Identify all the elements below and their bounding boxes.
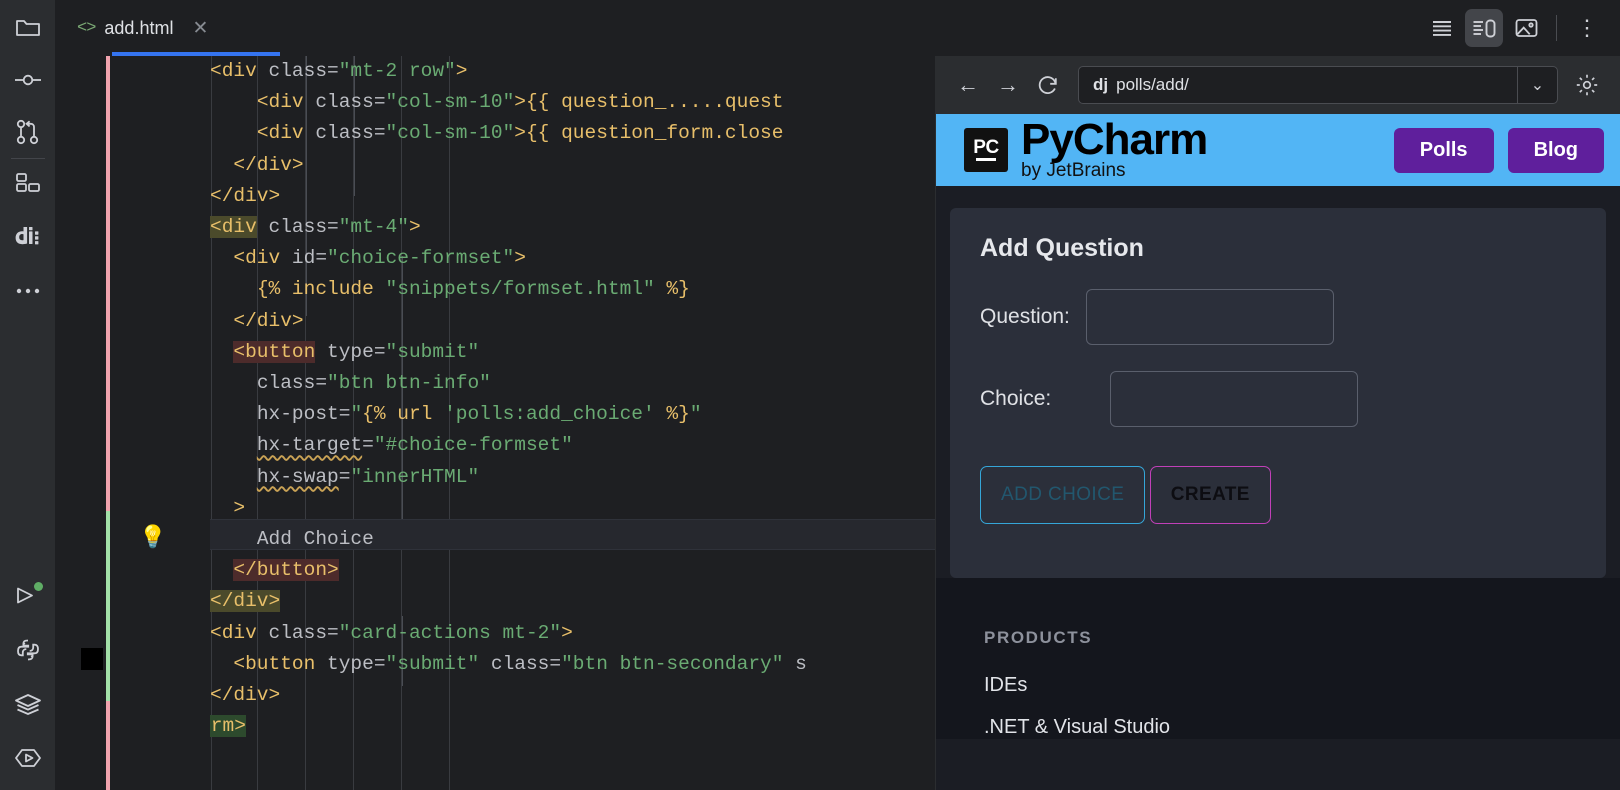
toolbar-divider [1556,15,1557,41]
python-console-icon[interactable] [8,630,48,670]
html-file-icon: <> [77,19,95,38]
django-icon[interactable] [8,217,48,257]
editor-tab-bar: <> add.html ✕ [55,0,1620,56]
project-files-icon[interactable] [8,8,48,48]
choice-input[interactable] [1110,371,1358,427]
browser-navbar: ← → dj polls/add/ ⌄ [936,56,1620,114]
vcs-change-strip [106,56,110,790]
site-footer: PRODUCTS IDEs .NET & Visual Studio [936,578,1620,739]
question-row: Question: [980,289,1576,345]
add-choice-button[interactable]: ADD CHOICE [980,466,1145,524]
question-input[interactable] [1086,289,1334,345]
ide-window: <> add.html ✕ [0,0,1620,790]
footer-link-dotnet[interactable]: .NET & Visual Studio [984,716,1620,739]
url-dropdown-icon[interactable]: ⌄ [1517,67,1557,103]
pycharm-logo-icon: PC [964,128,1008,172]
more-tools-icon[interactable] [8,271,48,311]
rendered-page: PC PyCharm by JetBrains Polls Blog Add Q… [936,114,1620,790]
source-code[interactable]: <div class="mt-2 row"> <div class="col-s… [210,56,807,774]
create-button[interactable]: CREATE [1150,466,1271,524]
choice-label: Choice: [980,387,1086,411]
url-input[interactable]: polls/add/ [1116,75,1517,95]
more-options-icon[interactable]: ⋮ [1568,9,1606,47]
run-icon[interactable] [8,576,48,616]
gear-icon[interactable] [1568,66,1606,104]
split-view-icon[interactable] [1465,9,1503,47]
back-icon[interactable]: ← [948,65,988,105]
list-view-icon[interactable] [1423,9,1461,47]
question-label: Question: [980,305,1086,329]
page-title: Add Question [980,234,1576,263]
django-badge: dj [1079,75,1116,95]
image-preview-icon[interactable] [1507,9,1545,47]
add-question-card: Add Question Question: Choice: ADD CHOIC… [950,208,1606,578]
brand-title: PyCharm [1021,119,1207,161]
database-icon[interactable] [8,684,48,724]
forward-icon[interactable]: → [988,65,1028,105]
site-nav: Polls Blog [1394,128,1604,173]
choice-row: Choice: [980,371,1576,427]
nav-blog-button[interactable]: Blog [1508,128,1604,173]
logo-text: PC [973,139,998,156]
footer-heading: PRODUCTS [984,628,1620,648]
url-bar[interactable]: dj polls/add/ ⌄ [1078,66,1558,104]
browser-preview-panel: ← → dj polls/add/ ⌄ [935,56,1620,790]
left-tool-strip [0,0,55,790]
tab-add-html[interactable]: <> add.html ✕ [55,0,224,56]
site-brand: PyCharm by JetBrains [1021,119,1207,182]
footer-link-ides[interactable]: IDEs [984,674,1620,697]
toolstrip-divider [11,158,45,159]
intention-bulb-icon[interactable]: 💡 [139,526,166,548]
close-icon[interactable]: ✕ [192,19,208,38]
structure-icon[interactable] [8,163,48,203]
reload-icon[interactable] [1028,65,1068,105]
gutter-marker [81,648,103,670]
tab-title: add.html [104,18,173,39]
editor-gutter[interactable]: 💡 [55,56,210,790]
logo-bar [976,158,996,161]
services-icon[interactable] [8,738,48,778]
site-header: PC PyCharm by JetBrains Polls Blog [936,114,1620,186]
run-status-dot [34,582,43,591]
pull-requests-icon[interactable] [8,112,48,152]
nav-polls-button[interactable]: Polls [1394,128,1494,173]
commit-icon[interactable] [8,60,48,100]
editor-toolbar-right: ⋮ [1423,9,1620,47]
